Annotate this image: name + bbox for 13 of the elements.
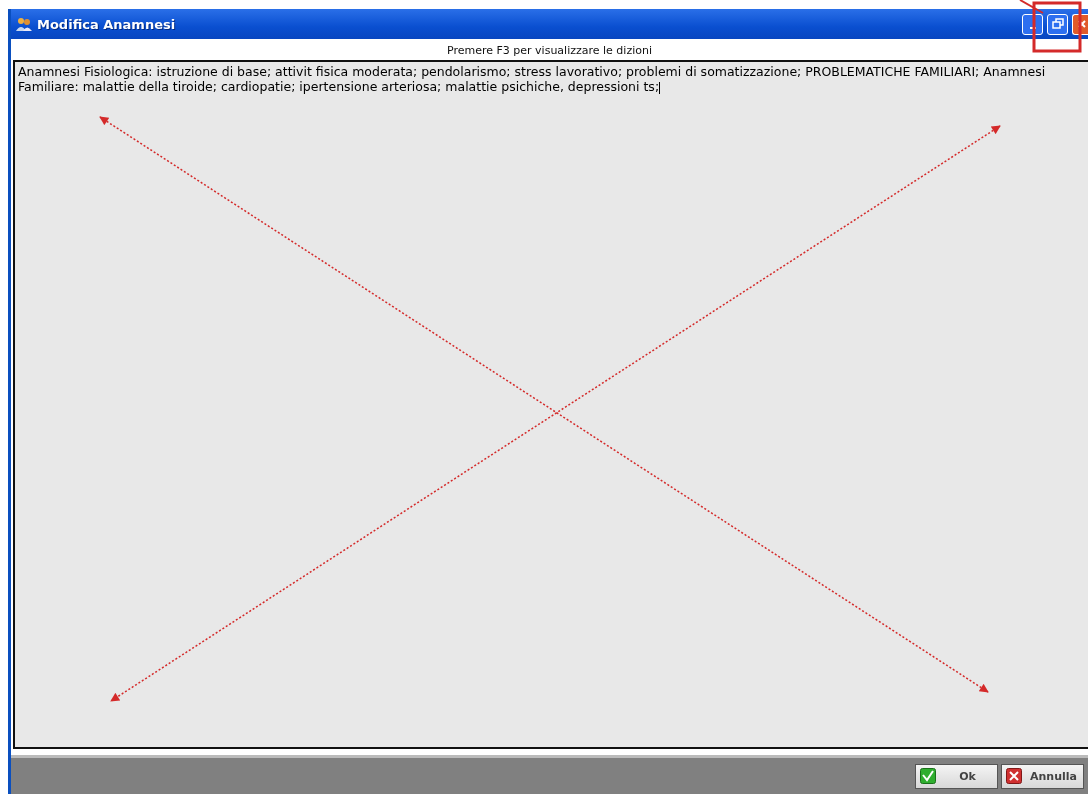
ok-button[interactable]: Ok xyxy=(915,763,998,789)
cross-icon xyxy=(1006,768,1022,784)
hint-text: Premere F3 per visualizzare le dizioni xyxy=(446,43,653,59)
users-icon xyxy=(15,16,33,32)
restore-button[interactable] xyxy=(1047,13,1068,35)
window-title: Modifica Anamnesi xyxy=(37,16,176,32)
highlight-box xyxy=(1032,1,1082,53)
restore-icon xyxy=(1051,18,1064,30)
cancel-button[interactable]: Annulla xyxy=(1001,763,1084,789)
minimize-icon xyxy=(1029,27,1036,29)
close-icon xyxy=(1075,18,1086,30)
check-icon xyxy=(920,768,936,784)
text-area[interactable]: Anamnesi Fisiologica: istruzione di base; attivit fisica moderata; pendolarismo; stress lavorativo; problemi di somatizzazione; PROBLEMATICHE FAMILIARI; Anamnesi Familiare: malattie della tiroide; cardiopatie; ipertensione arteriosa; malattie psichiche, depressioni ts; xyxy=(13,60,1088,749)
